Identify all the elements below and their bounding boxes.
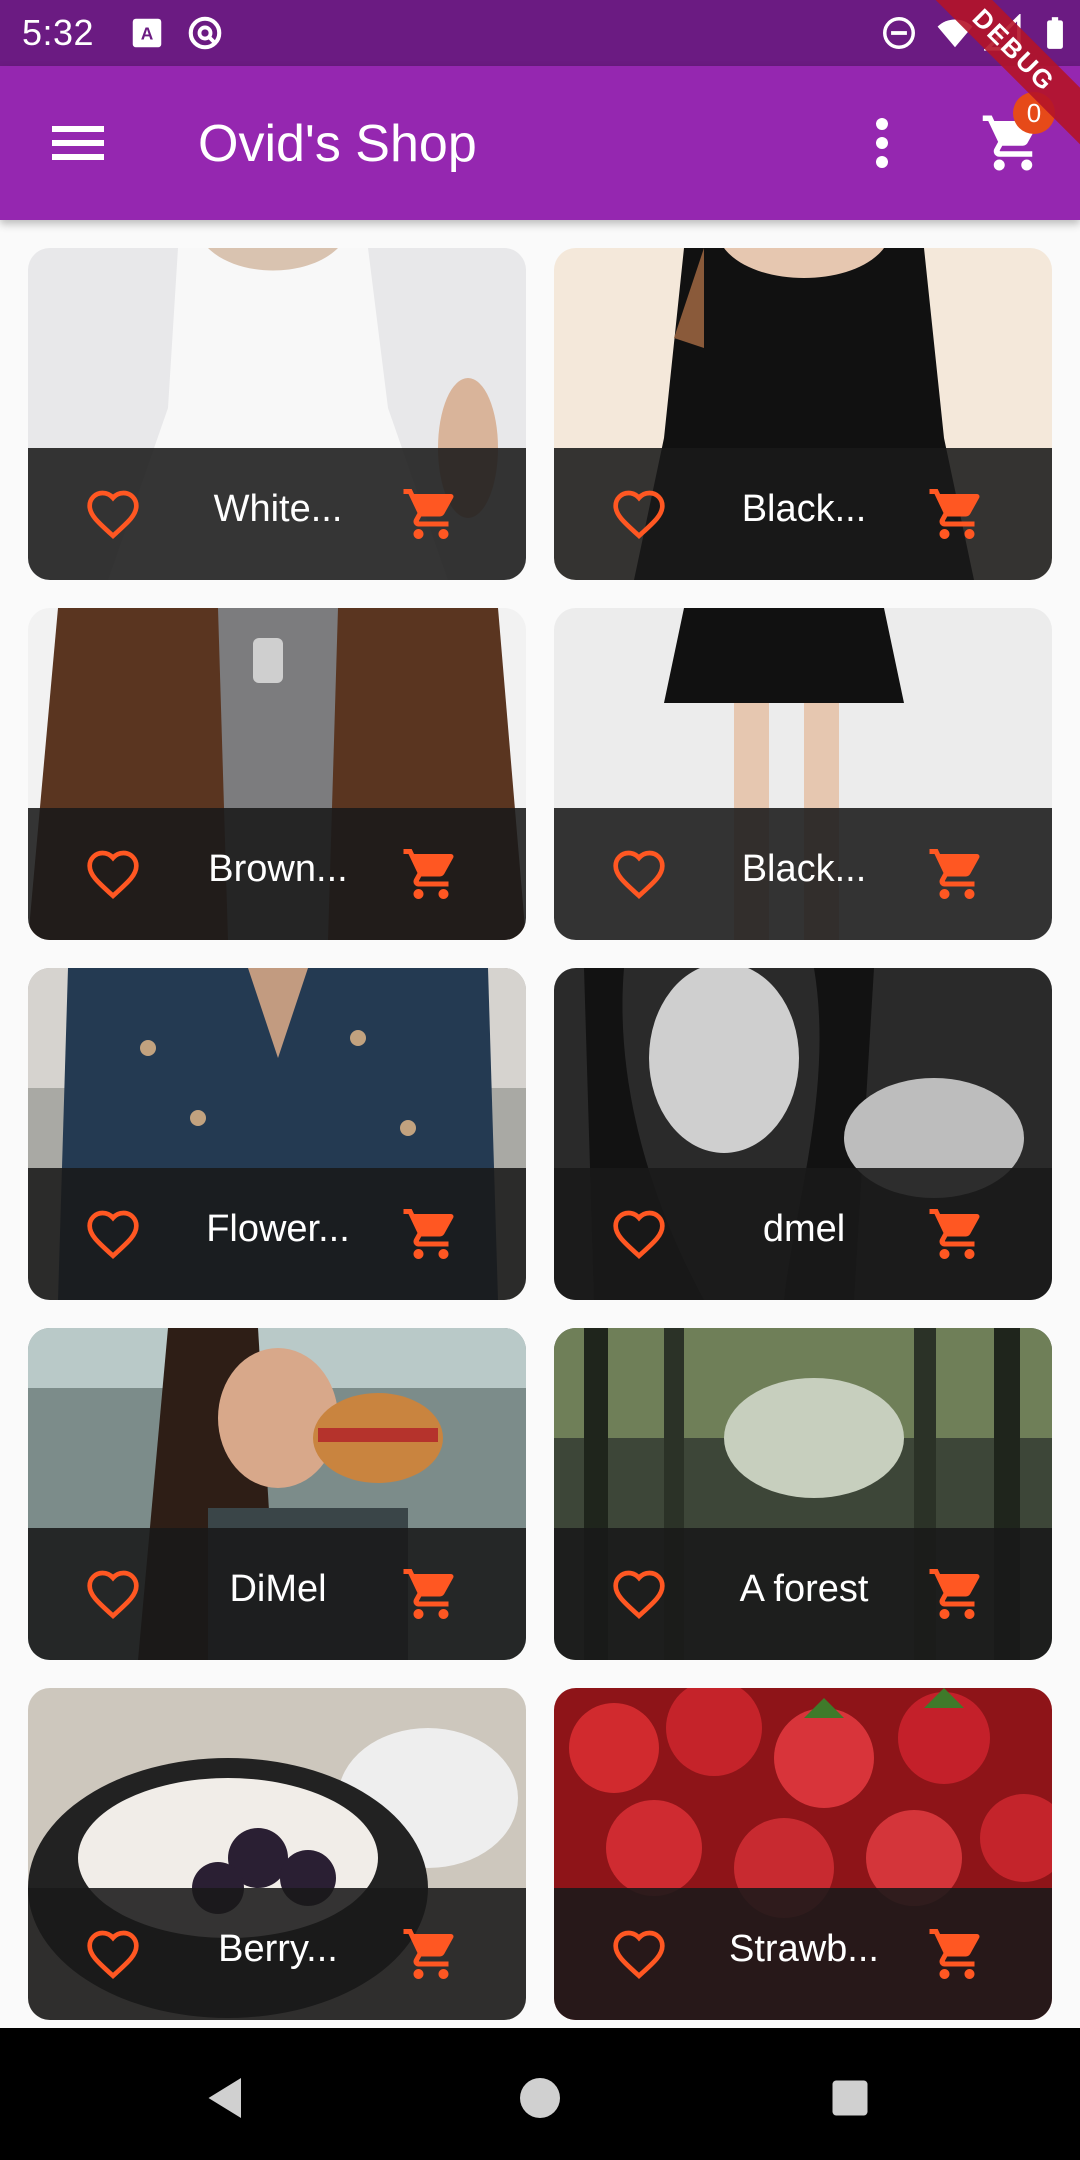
add-to-cart-icon[interactable] bbox=[926, 484, 988, 544]
product-card[interactable]: Berry... bbox=[28, 1688, 526, 2020]
add-to-cart-icon[interactable] bbox=[400, 1564, 462, 1624]
back-icon[interactable] bbox=[196, 2068, 256, 2128]
product-title: Black... bbox=[741, 488, 867, 530]
heart-icon[interactable] bbox=[608, 1926, 670, 1982]
a-notification-icon: A bbox=[132, 18, 162, 48]
heart-icon[interactable] bbox=[608, 1206, 670, 1262]
recents-icon[interactable] bbox=[820, 2068, 880, 2128]
product-footer: dmel bbox=[554, 1168, 1052, 1300]
product-footer: Strawb... bbox=[554, 1888, 1052, 2020]
heart-icon[interactable] bbox=[82, 1926, 144, 1982]
status-bar: 5:32 A bbox=[0, 0, 1080, 66]
heart-icon[interactable] bbox=[82, 1566, 144, 1622]
more-vert-icon[interactable] bbox=[860, 110, 904, 176]
product-title: Brown... bbox=[208, 848, 348, 890]
product-card[interactable]: Black... bbox=[554, 608, 1052, 940]
product-footer: Berry... bbox=[28, 1888, 526, 2020]
product-card[interactable]: Black... bbox=[554, 248, 1052, 580]
add-to-cart-icon[interactable] bbox=[400, 484, 462, 544]
status-time: 5:32 bbox=[22, 12, 95, 53]
menu-icon[interactable] bbox=[40, 110, 116, 176]
app-title: Ovid's Shop bbox=[198, 115, 477, 173]
product-footer: Black... bbox=[554, 808, 1052, 940]
svg-text:A: A bbox=[141, 23, 154, 43]
heart-icon[interactable] bbox=[82, 486, 144, 542]
add-to-cart-icon[interactable] bbox=[926, 844, 988, 904]
do-not-disturb-icon bbox=[883, 17, 915, 49]
product-footer: A forest bbox=[554, 1528, 1052, 1660]
product-grid: White... Black... Brown... Black... Flow… bbox=[28, 248, 1054, 2024]
product-title: Flower... bbox=[206, 1208, 350, 1250]
product-footer: White... bbox=[28, 448, 526, 580]
product-card[interactable]: A forest bbox=[554, 1328, 1052, 1660]
product-footer: Black... bbox=[554, 448, 1052, 580]
product-card[interactable]: Brown... bbox=[28, 608, 526, 940]
app-bar: Ovid's Shop bbox=[0, 66, 1080, 220]
product-title: DiMel bbox=[229, 1568, 327, 1610]
product-title: A forest bbox=[739, 1568, 869, 1610]
at-sign-icon bbox=[188, 16, 222, 50]
heart-icon[interactable] bbox=[608, 846, 670, 902]
battery-icon bbox=[1047, 17, 1063, 49]
product-card[interactable]: Strawb... bbox=[554, 1688, 1052, 2020]
home-icon[interactable] bbox=[510, 2068, 570, 2128]
heart-icon[interactable] bbox=[608, 486, 670, 542]
product-title: White... bbox=[213, 488, 343, 530]
product-card[interactable]: Flower... bbox=[28, 968, 526, 1300]
product-title: Strawb... bbox=[729, 1928, 879, 1970]
product-footer: Brown... bbox=[28, 808, 526, 940]
add-to-cart-icon[interactable] bbox=[926, 1204, 988, 1264]
product-footer: Flower... bbox=[28, 1168, 526, 1300]
product-title: dmel bbox=[762, 1208, 846, 1250]
add-to-cart-icon[interactable] bbox=[400, 1924, 462, 1984]
add-to-cart-icon[interactable] bbox=[400, 1204, 462, 1264]
heart-icon[interactable] bbox=[82, 846, 144, 902]
navigation-bar bbox=[0, 2028, 1080, 2160]
add-to-cart-icon[interactable] bbox=[400, 844, 462, 904]
product-card[interactable]: dmel bbox=[554, 968, 1052, 1300]
heart-icon[interactable] bbox=[82, 1206, 144, 1262]
product-card[interactable]: DiMel bbox=[28, 1328, 526, 1660]
add-to-cart-icon[interactable] bbox=[926, 1564, 988, 1624]
product-footer: DiMel bbox=[28, 1528, 526, 1660]
product-title: Black... bbox=[741, 848, 867, 890]
heart-icon[interactable] bbox=[608, 1566, 670, 1622]
product-card[interactable]: White... bbox=[28, 248, 526, 580]
product-title: Berry... bbox=[218, 1928, 338, 1970]
add-to-cart-icon[interactable] bbox=[926, 1924, 988, 1984]
